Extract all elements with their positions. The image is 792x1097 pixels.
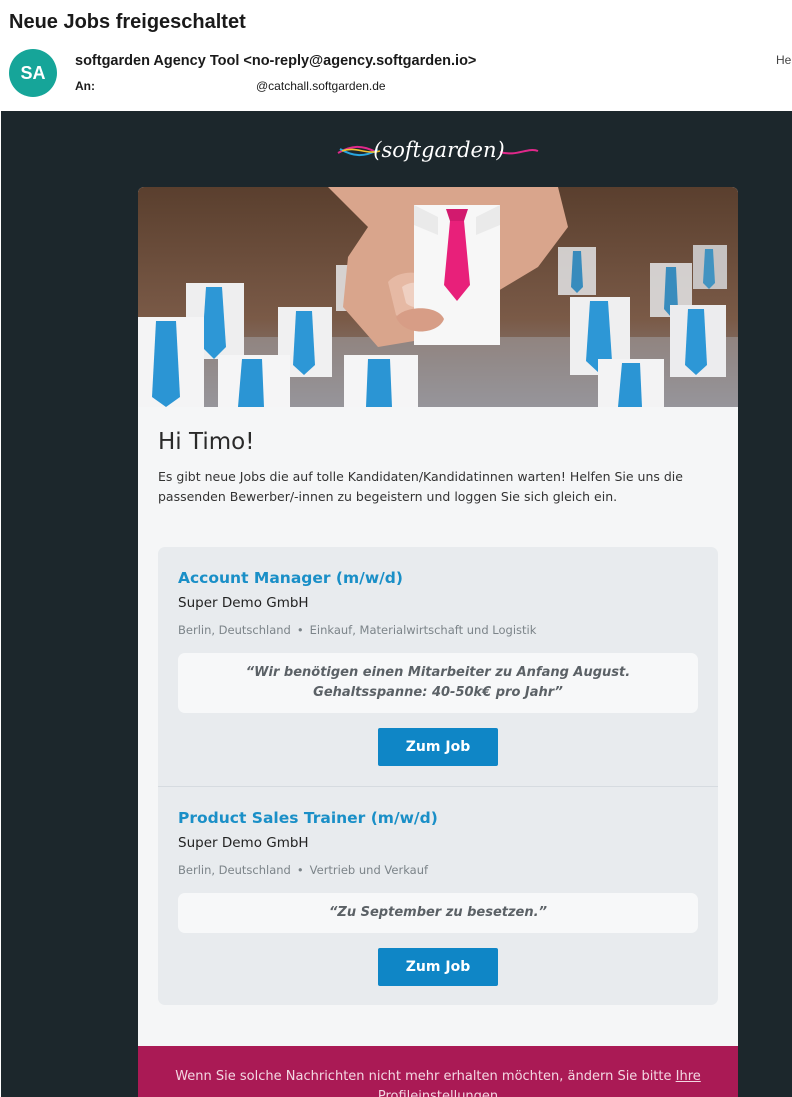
job-category: Vertrieb und Verkauf — [309, 863, 429, 877]
job-card: Product Sales Trainer (m/w/d) Super Demo… — [158, 786, 718, 1005]
zum-job-button[interactable]: Zum Job — [378, 948, 498, 986]
intro-text: Es gibt neue Jobs die auf tolle Kandidat… — [158, 469, 683, 504]
email-card: Hi Timo! Es gibt neue Jobs die auf tolle… — [138, 187, 738, 1097]
email-subject: Neue Jobs freigeschaltet — [9, 11, 246, 33]
job-location: Berlin, Deutschland — [178, 863, 291, 877]
hero-image-origami-shirts — [138, 187, 738, 407]
sender-avatar: SA — [9, 49, 57, 97]
job-list: Account Manager (m/w/d) Super Demo GmbH … — [158, 547, 718, 1005]
job-meta: Berlin, Deutschland • Einkauf, Materialwir… — [178, 623, 536, 637]
job-category: Einkauf, Materialwirtschaft und Logistik — [309, 623, 537, 637]
greeting-heading: Hi Timo! — [158, 429, 255, 455]
footer-text-body: Wenn Sie solche Nachrichten nicht mehr e… — [175, 1069, 672, 1084]
job-title-link[interactable]: Account Manager (m/w/d) — [178, 569, 403, 587]
footer-text: Wenn Sie solche Nachrichten nicht mehr e… — [138, 1046, 738, 1097]
logo-text: (softgarden) — [373, 138, 504, 162]
zum-job-button[interactable]: Zum Job — [378, 728, 498, 766]
softgarden-logo: (softgarden) — [337, 138, 539, 162]
separator-dot-icon: • — [296, 863, 304, 877]
header-cut-text: He — [776, 53, 792, 67]
job-quote: “Wir benötigen einen Mitarbeiter zu Anfa… — [178, 653, 698, 713]
recipient-label: An: — [75, 79, 95, 93]
sender-name: softgarden Agency Tool <no-reply@agency.… — [75, 53, 477, 69]
footer-banner: Wenn Sie solche Nachrichten nicht mehr e… — [138, 1046, 738, 1097]
job-quote: “Zu September zu besetzen.” — [178, 893, 698, 933]
job-company: Super Demo GmbH — [178, 835, 309, 851]
job-title-link[interactable]: Product Sales Trainer (m/w/d) — [178, 809, 438, 827]
separator-dot-icon: • — [296, 623, 304, 637]
recipient-address: @catchall.softgarden.de — [256, 79, 386, 93]
job-company: Super Demo GmbH — [178, 595, 309, 611]
job-meta: Berlin, Deutschland • Vertrieb und Verkauf — [178, 863, 428, 877]
job-location: Berlin, Deutschland — [178, 623, 291, 637]
job-card: Account Manager (m/w/d) Super Demo GmbH … — [158, 547, 718, 786]
